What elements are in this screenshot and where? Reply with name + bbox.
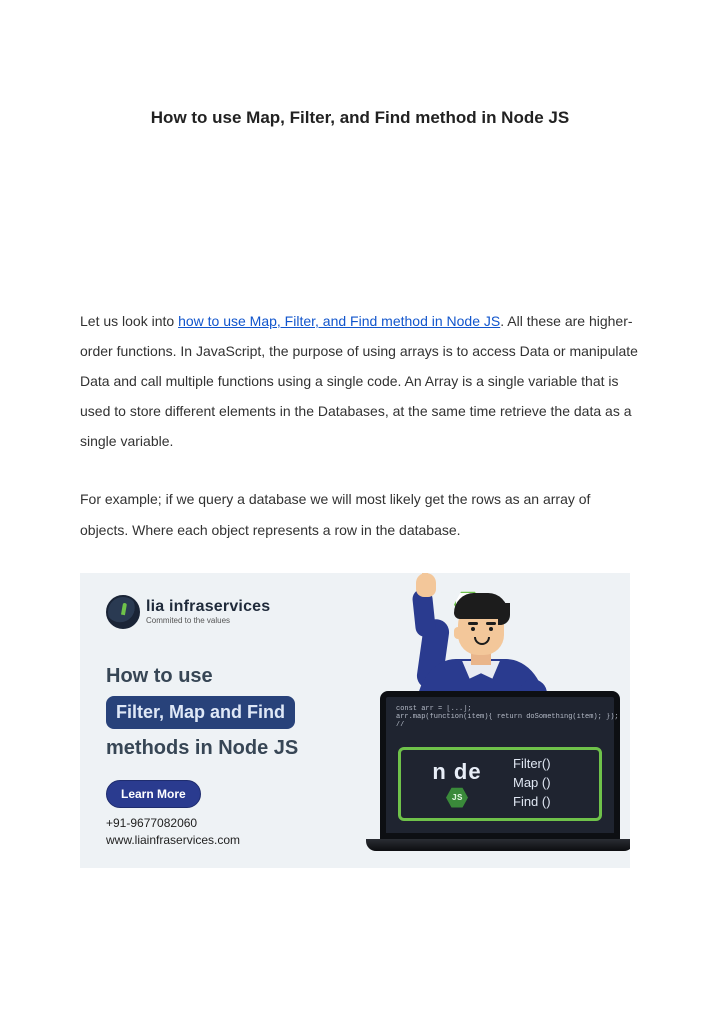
method-item: Map () [513, 774, 551, 793]
intro-link[interactable]: how to use Map, Filter, and Find method … [178, 313, 500, 329]
learn-more-button[interactable]: Learn More [106, 780, 201, 808]
code-line: const arr = [...]; [396, 705, 604, 713]
promo-banner: lia infraservices Commited to the values… [80, 573, 630, 868]
node-logo-icon: n de JS [411, 756, 503, 812]
example-paragraph: For example; if we query a database we w… [80, 484, 640, 544]
headline-pill: Filter, Map and Find [106, 696, 295, 729]
banner-headline: How to use Filter, Map and Find methods … [106, 665, 366, 808]
headline-row-1: How to use [106, 665, 366, 688]
brand-block: lia infraservices Commited to the values [106, 595, 270, 629]
contact-phone: +91-9677082060 [106, 815, 240, 832]
contact-site: www.liainfraservices.com [106, 832, 240, 849]
method-item: Find () [513, 793, 551, 812]
contact-info: +91-9677082060 www.liainfraservices.com [106, 815, 240, 850]
code-line: // [396, 721, 604, 729]
headline-row-2: methods in Node JS [106, 737, 366, 760]
laptop-illustration-icon: const arr = [...]; arr.map(function(item… [380, 691, 620, 856]
node-box: n de JS Filter() Map () Find () [398, 747, 602, 821]
intro-lead: Let us look into [80, 313, 178, 329]
intro-after: . All these are higher-order functions. … [80, 313, 638, 449]
brand-tagline: Commited to the values [146, 617, 270, 625]
brand-logo-icon [106, 595, 140, 629]
brand-name: lia infraservices [146, 599, 270, 615]
intro-paragraph: Let us look into how to use Map, Filter,… [80, 306, 640, 456]
code-line: arr.map(function(item){ return doSomethi… [396, 713, 604, 721]
page-title: How to use Map, Filter, and Find method … [80, 108, 640, 128]
method-item: Filter() [513, 755, 551, 774]
methods-list: Filter() Map () Find () [513, 755, 551, 812]
